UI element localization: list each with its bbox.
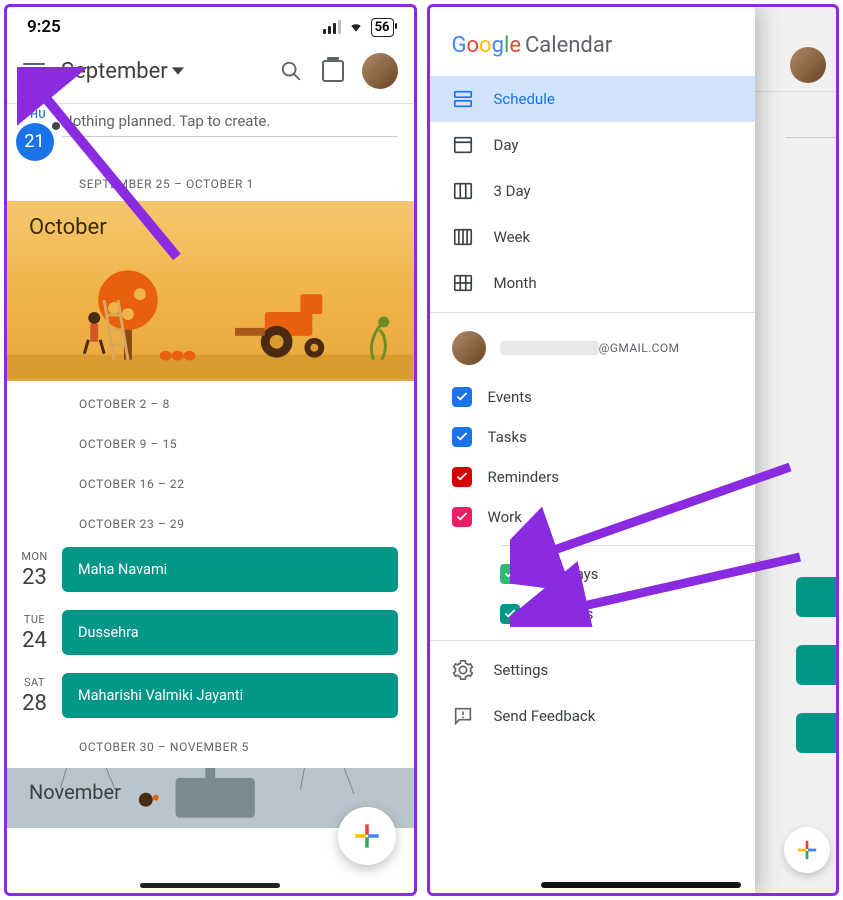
view-label: 3 Day — [494, 182, 531, 200]
account-row[interactable]: XXXXXXXXXXXX@GMAIL.COM — [430, 319, 755, 377]
status-time: 9:25 — [27, 17, 61, 37]
feedback-item[interactable]: Send Feedback — [430, 693, 755, 739]
plus-icon — [353, 822, 381, 850]
event-daynum: 28 — [7, 691, 62, 716]
account-email: XXXXXXXXXXXX@GMAIL.COM — [500, 341, 680, 355]
checkbox-icon — [452, 427, 472, 447]
calendar-toggle[interactable]: Events — [430, 377, 755, 417]
checkbox-icon — [452, 507, 472, 527]
account-avatar-small — [452, 331, 486, 365]
search-button[interactable] — [278, 58, 304, 84]
calendar-label: Work — [488, 508, 522, 526]
navigation-drawer: GoogleCalendar Schedule Day 3 Day Week Month… — [430, 7, 755, 893]
menu-button[interactable] — [23, 63, 45, 79]
feedback-icon — [452, 705, 474, 727]
view-icon — [452, 272, 474, 294]
search-icon — [280, 60, 302, 82]
divider — [500, 545, 755, 546]
gear-icon — [452, 659, 474, 681]
home-indicator — [140, 883, 280, 888]
battery-icon: 56 — [371, 18, 394, 37]
view-icon — [452, 88, 474, 110]
calendar-label: Birthdays — [536, 565, 599, 583]
view-label: Schedule — [494, 90, 555, 108]
divider — [430, 312, 755, 313]
event-chip[interactable]: Dussehra — [62, 610, 398, 655]
app-name: Calendar — [525, 33, 612, 58]
view-icon — [452, 180, 474, 202]
month-picker[interactable]: September — [61, 59, 262, 84]
account-avatar[interactable] — [362, 53, 398, 89]
today-button[interactable] — [320, 58, 346, 84]
week-label: OCTOBER 23 – 29 — [7, 501, 414, 541]
week-label: SEPTEMBER 25 – OCTOBER 1 — [7, 161, 414, 201]
today-row: THU 21 Nothing planned. Tap to create. — [7, 104, 414, 161]
event-dow: MON — [7, 550, 62, 563]
week-label: OCTOBER 16 – 22 — [7, 461, 414, 501]
status-bar: 9:25 56 — [7, 7, 414, 43]
week-label: OCTOBER 2 – 8 — [7, 381, 414, 421]
calendar-toggle[interactable]: Work — [430, 497, 755, 537]
wifi-icon — [347, 20, 365, 34]
calendar-toggle[interactable]: Birthdays — [430, 554, 755, 594]
view-day[interactable]: Day — [430, 122, 755, 168]
event-row[interactable]: TUE 24 Dussehra — [7, 604, 414, 661]
calendar-label: Events — [488, 388, 532, 406]
view-3day[interactable]: 3 Day — [430, 168, 755, 214]
plus-icon — [796, 839, 818, 861]
create-fab[interactable] — [338, 807, 396, 865]
calendar-toggle[interactable]: Holidays — [430, 594, 755, 634]
view-label: Day — [494, 136, 519, 154]
calendar-label: Tasks — [488, 428, 527, 446]
calendar-toggle[interactable]: Tasks — [430, 417, 755, 457]
event-daynum: 23 — [7, 565, 62, 590]
view-icon — [452, 134, 474, 156]
week-label: OCTOBER 30 – NOVEMBER 5 — [7, 724, 414, 764]
event-row[interactable]: MON 23 Maha Navami — [7, 541, 414, 598]
nothing-planned[interactable]: Nothing planned. Tap to create. — [62, 112, 398, 137]
event-chip[interactable]: Maharishi Valmiki Jayanti — [62, 673, 398, 718]
october-banner: October — [7, 201, 414, 381]
calendar-today-icon — [322, 60, 344, 82]
autumn-illustration — [7, 201, 413, 379]
checkbox-icon — [452, 467, 472, 487]
create-fab-peek — [784, 827, 830, 873]
view-icon — [452, 226, 474, 248]
today-dow: THU — [7, 108, 62, 121]
signal-icon — [323, 20, 341, 34]
checkbox-icon — [500, 604, 520, 624]
event-dow: SAT — [7, 676, 62, 689]
view-label: Week — [494, 228, 531, 246]
settings-item[interactable]: Settings — [430, 647, 755, 693]
week-label: OCTOBER 9 – 15 — [7, 421, 414, 461]
feedback-label: Send Feedback — [494, 707, 596, 725]
calendar-header: September — [7, 43, 414, 104]
event-chip[interactable]: Maha Navami — [62, 547, 398, 592]
phone-left: 9:25 56 September THU 21 Nothing planned… — [4, 4, 417, 896]
event-row[interactable]: SAT 28 Maharishi Valmiki Jayanti — [7, 667, 414, 724]
calendar-label: Holidays — [536, 605, 594, 623]
view-week[interactable]: Week — [430, 214, 755, 260]
view-schedule[interactable]: Schedule — [430, 76, 755, 122]
view-month[interactable]: Month — [430, 260, 755, 306]
divider — [430, 640, 755, 641]
checkbox-icon — [452, 387, 472, 407]
calendar-toggle[interactable]: Reminders — [430, 457, 755, 497]
event-daynum: 24 — [7, 628, 62, 653]
google-logo: Google — [452, 33, 521, 58]
schedule-list[interactable]: THU 21 Nothing planned. Tap to create. S… — [7, 104, 414, 893]
settings-label: Settings — [494, 661, 549, 679]
chevron-down-icon — [172, 65, 184, 77]
account-avatar-peek — [790, 47, 826, 83]
home-indicator — [541, 882, 741, 888]
phone-right: GoogleCalendar Schedule Day 3 Day Week Month… — [427, 4, 840, 896]
calendar-label: Reminders — [488, 468, 560, 486]
drawer-header: GoogleCalendar — [430, 7, 755, 76]
event-dow: TUE — [7, 613, 62, 626]
checkbox-icon — [500, 564, 520, 584]
today-daynum: 21 — [16, 123, 54, 161]
month-label: September — [61, 59, 168, 84]
view-label: Month — [494, 274, 537, 292]
